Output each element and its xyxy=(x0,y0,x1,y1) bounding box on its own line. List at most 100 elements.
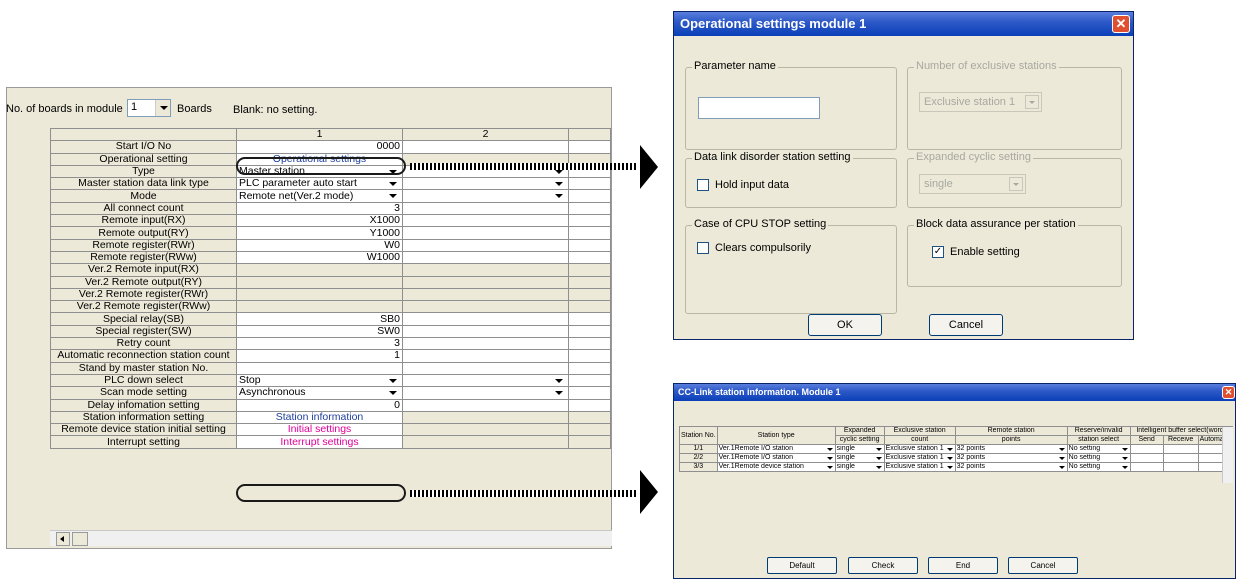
parameter-name-input[interactable] xyxy=(698,97,820,119)
parameter-value[interactable]: W0 xyxy=(236,238,403,252)
parameter-value-col2[interactable] xyxy=(402,189,569,203)
parameter-value[interactable]: 3 xyxy=(236,337,403,351)
parameter-value[interactable] xyxy=(236,361,403,375)
close-icon[interactable]: ✕ xyxy=(1222,386,1235,399)
buffer-cell[interactable] xyxy=(1162,444,1199,454)
scroll-thumb[interactable] xyxy=(72,532,88,546)
parameter-value[interactable]: 0000 xyxy=(236,140,403,154)
station-reserve-cell[interactable]: No setting xyxy=(1066,453,1131,463)
parameter-select[interactable]: Stop xyxy=(236,373,403,388)
buffer-cell[interactable] xyxy=(1129,462,1164,472)
parameter-value-col2[interactable] xyxy=(402,349,569,363)
end-button[interactable]: End xyxy=(928,557,998,574)
station-expanded-cell[interactable]: single xyxy=(834,462,885,472)
parameter-value-col2[interactable] xyxy=(402,201,569,216)
close-icon[interactable]: ✕ xyxy=(1112,15,1130,33)
parameter-value-col3[interactable] xyxy=(568,386,611,400)
parameter-value-col2[interactable] xyxy=(402,423,569,437)
parameter-value-col2[interactable] xyxy=(402,373,569,388)
parameter-value-col3[interactable] xyxy=(568,337,611,351)
station-type-cell[interactable]: Ver.1Remote I/O station xyxy=(716,453,836,463)
parameter-value-col2[interactable] xyxy=(402,214,569,228)
parameter-value-col2[interactable] xyxy=(402,238,569,252)
buffer-cell[interactable] xyxy=(1162,462,1199,472)
parameter-value-col2[interactable] xyxy=(402,275,569,289)
parameter-link-button[interactable]: Station information xyxy=(236,410,403,425)
station-expanded-cell[interactable]: single xyxy=(834,444,885,454)
parameter-value-col2[interactable] xyxy=(402,140,569,154)
parameter-value[interactable]: 3 xyxy=(236,201,403,216)
parameter-value-col3[interactable] xyxy=(568,275,611,289)
station-type-cell[interactable]: Ver.1Remote device station xyxy=(716,462,836,472)
default-button[interactable]: Default xyxy=(767,557,837,574)
parameter-value-col2[interactable] xyxy=(402,324,569,339)
parameter-value-col2[interactable] xyxy=(402,287,569,302)
parameter-value-col3[interactable] xyxy=(568,324,611,339)
parameter-value-col2[interactable] xyxy=(402,312,569,326)
vertical-scrollbar[interactable] xyxy=(1222,427,1233,483)
parameter-value-col2[interactable] xyxy=(402,435,569,449)
parameter-value[interactable]: 1 xyxy=(236,349,403,363)
parameter-value-col2[interactable] xyxy=(402,226,569,240)
parameter-value-col3[interactable] xyxy=(568,226,611,240)
station-points-cell[interactable]: 32 points xyxy=(954,462,1068,472)
scroll-left-icon[interactable] xyxy=(56,532,70,546)
cancel-button[interactable]: Cancel xyxy=(929,314,1003,336)
parameter-value-col2[interactable] xyxy=(402,177,569,191)
station-type-cell[interactable]: Ver.1Remote I/O station xyxy=(716,444,836,454)
station-expanded-cell[interactable]: single xyxy=(834,453,885,463)
parameter-value-col3[interactable] xyxy=(568,177,611,191)
parameter-value-col3[interactable] xyxy=(568,201,611,216)
check-button[interactable]: Check xyxy=(848,557,918,574)
parameter-value[interactable]: SB0 xyxy=(236,312,403,326)
hold-input-checkbox[interactable] xyxy=(697,179,709,191)
parameter-link-button[interactable]: Interrupt settings xyxy=(236,435,403,449)
parameter-value-col3[interactable] xyxy=(568,214,611,228)
parameter-value-col3[interactable] xyxy=(568,300,611,314)
station-reserve-cell[interactable]: No setting xyxy=(1066,462,1131,472)
parameter-value[interactable]: X1000 xyxy=(236,214,403,228)
enable-setting-checkbox[interactable]: ✓ xyxy=(932,246,944,258)
parameter-value-col3[interactable] xyxy=(568,140,611,154)
parameter-value-col3[interactable] xyxy=(568,250,611,265)
parameter-value[interactable]: Y1000 xyxy=(236,226,403,240)
parameter-value-col2[interactable] xyxy=(402,410,569,425)
boards-select[interactable]: 1 xyxy=(127,99,171,117)
parameter-value-col3[interactable] xyxy=(568,361,611,375)
parameter-value-col3[interactable] xyxy=(568,238,611,252)
buffer-cell[interactable] xyxy=(1162,453,1199,463)
parameter-link-button[interactable]: Initial settings xyxy=(236,423,403,437)
clears-compulsorily-checkbox[interactable] xyxy=(697,242,709,254)
parameter-value-col2[interactable] xyxy=(402,300,569,314)
parameter-value-col3[interactable] xyxy=(568,312,611,326)
horizontal-scrollbar[interactable] xyxy=(50,530,612,546)
parameter-value-col3[interactable] xyxy=(568,410,611,425)
station-reserve-cell[interactable]: No setting xyxy=(1066,444,1131,454)
parameter-value-col3[interactable] xyxy=(568,435,611,449)
station-points-cell[interactable]: 32 points xyxy=(954,453,1068,463)
parameter-value-col3[interactable] xyxy=(568,287,611,302)
parameter-value[interactable]: W1000 xyxy=(236,250,403,265)
parameter-value-col3[interactable] xyxy=(568,189,611,203)
parameter-value-col3[interactable] xyxy=(568,373,611,388)
parameter-value-col3[interactable] xyxy=(568,263,611,277)
buffer-cell[interactable] xyxy=(1129,453,1164,463)
parameter-value-col3[interactable] xyxy=(568,423,611,437)
parameter-select[interactable]: PLC parameter auto start xyxy=(236,177,403,191)
station-exclusive-cell[interactable]: Exclusive station 1 xyxy=(883,453,956,463)
station-points-cell[interactable]: 32 points xyxy=(954,444,1068,454)
parameter-value-col2[interactable] xyxy=(402,398,569,412)
cancel-button[interactable]: Cancel xyxy=(1008,557,1078,574)
parameter-value-col3[interactable] xyxy=(568,398,611,412)
parameter-value-col2[interactable] xyxy=(402,337,569,351)
parameter-select[interactable]: Asynchronous xyxy=(236,386,403,400)
parameter-value-col2[interactable] xyxy=(402,361,569,375)
parameter-value-col2[interactable] xyxy=(402,263,569,277)
parameter-select[interactable]: Remote net(Ver.2 mode) xyxy=(236,189,403,203)
parameter-value-col3[interactable] xyxy=(568,349,611,363)
station-exclusive-cell[interactable]: Exclusive station 1 xyxy=(883,462,956,472)
buffer-cell[interactable] xyxy=(1129,444,1164,454)
ok-button[interactable]: OK xyxy=(808,314,882,336)
parameter-value[interactable]: 0 xyxy=(236,398,403,412)
station-exclusive-cell[interactable]: Exclusive station 1 xyxy=(883,444,956,454)
